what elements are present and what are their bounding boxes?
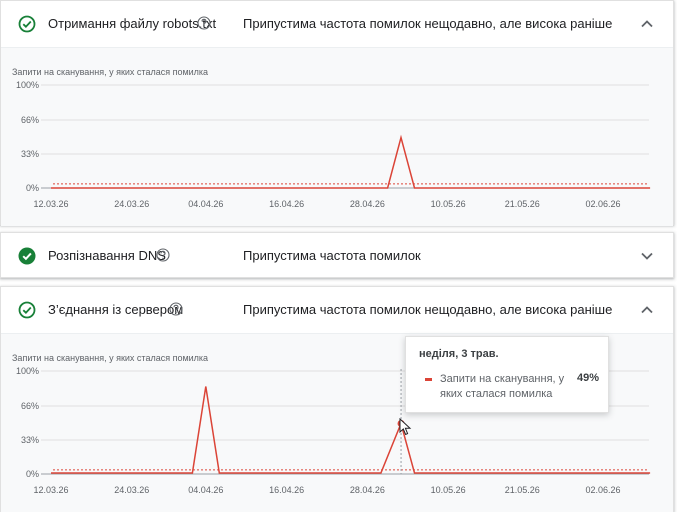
mouse-cursor-icon bbox=[399, 418, 412, 436]
check-circle-outline-icon bbox=[18, 15, 36, 33]
robots-txt-chart: Запити на сканування, у яких сталася пом… bbox=[1, 47, 673, 226]
chart-x-tick-label: 24.03.26 bbox=[114, 199, 149, 209]
chart-x-tick-label: 16.04.26 bbox=[269, 199, 304, 209]
chart-series-line bbox=[51, 134, 651, 189]
chart-x-tick-label: 10.05.26 bbox=[431, 485, 466, 495]
chart-y-axis-label: Запити на сканування, у яких сталася пом… bbox=[12, 67, 208, 77]
chart-x-tick-label: 28.04.26 bbox=[350, 485, 385, 495]
chart-y-tick-label: 100% bbox=[16, 366, 39, 376]
chevron-down-icon[interactable] bbox=[639, 249, 655, 263]
robots-txt-title: Отримання файлу robots.txt bbox=[48, 16, 217, 31]
chevron-up-icon[interactable] bbox=[639, 303, 655, 317]
server-connection-title: З’єднання із сервером bbox=[48, 302, 184, 317]
chart-x-tick-label: 02.06.26 bbox=[585, 485, 620, 495]
chevron-up-icon[interactable] bbox=[639, 17, 655, 31]
chart-y-tick-label: 33% bbox=[21, 435, 39, 445]
dns-panel[interactable]: Розпізнавання DNS Припустима частота пом… bbox=[0, 232, 674, 278]
chart-y-axis-label: Запити на сканування, у яких сталася пом… bbox=[12, 353, 208, 363]
tooltip-series-label: Запити на сканування, у яких сталася пом… bbox=[440, 373, 565, 400]
dns-status: Припустима частота помилок bbox=[243, 248, 421, 263]
chart-x-tick-label: 21.05.26 bbox=[505, 485, 540, 495]
check-circle-filled-icon bbox=[18, 247, 36, 265]
chart-x-tick-label: 24.03.26 bbox=[114, 485, 149, 495]
chart-y-tick-label: 33% bbox=[21, 149, 39, 159]
chart-x-tick-label: 02.06.26 bbox=[585, 199, 620, 209]
dns-title: Розпізнавання DNS bbox=[48, 248, 166, 263]
tooltip-series-swatch bbox=[425, 378, 432, 381]
help-icon[interactable] bbox=[169, 302, 183, 316]
chart-x-tick-label: 04.04.26 bbox=[188, 199, 223, 209]
server-connection-row-header[interactable]: З’єднання із сервером Припустима частота… bbox=[1, 287, 673, 333]
chart-x-tick-label: 12.03.26 bbox=[33, 199, 68, 209]
robots-txt-error-chart: Запити на сканування, у яких сталася пом… bbox=[12, 67, 651, 209]
chart-y-tick-label: 0% bbox=[26, 183, 39, 193]
tooltip-value: 49% bbox=[577, 372, 600, 384]
robots-txt-row-header[interactable]: Отримання файлу robots.txt Припустима ча… bbox=[1, 1, 673, 47]
chart-y-tick-label: 66% bbox=[21, 115, 39, 125]
chart-x-tick-label: 28.04.26 bbox=[350, 199, 385, 209]
robots-txt-panel: Отримання файлу robots.txt Припустима ча… bbox=[0, 0, 674, 226]
server-connection-status: Припустима частота помилок нещодавно, ал… bbox=[243, 302, 613, 317]
help-icon[interactable] bbox=[156, 248, 170, 262]
chart-y-tick-label: 100% bbox=[16, 80, 39, 90]
chart-x-tick-label: 04.04.26 bbox=[188, 485, 223, 495]
chart-x-tick-label: 16.04.26 bbox=[269, 485, 304, 495]
check-circle-outline-icon bbox=[18, 301, 36, 319]
chart-y-tick-label: 66% bbox=[21, 401, 39, 411]
help-icon[interactable] bbox=[197, 16, 211, 30]
chart-tooltip: неділя, 3 трав. Запити на сканування, у … bbox=[405, 336, 609, 413]
chart-y-tick-label: 0% bbox=[26, 469, 39, 479]
chart-x-tick-label: 21.05.26 bbox=[505, 199, 540, 209]
tooltip-date: неділя, 3 трав. bbox=[419, 348, 499, 360]
chart-x-tick-label: 12.03.26 bbox=[33, 485, 68, 495]
robots-txt-status: Припустима частота помилок нещодавно, ал… bbox=[243, 16, 613, 31]
chart-x-tick-label: 10.05.26 bbox=[431, 199, 466, 209]
dns-row-header[interactable]: Розпізнавання DNS Припустима частота пом… bbox=[1, 233, 673, 279]
